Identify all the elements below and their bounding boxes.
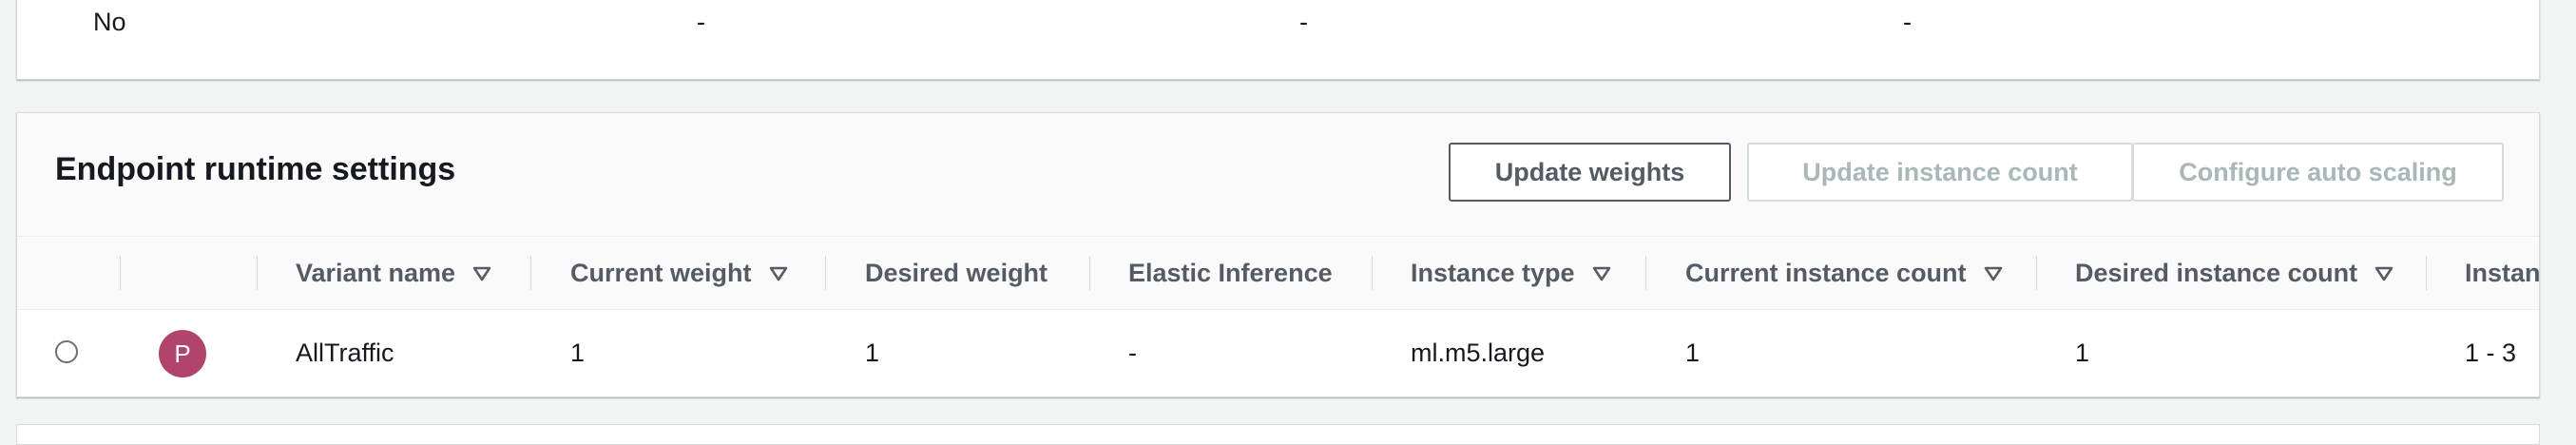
cell-elastic-inference: -	[1128, 338, 1137, 367]
sort-down-icon[interactable]	[769, 259, 788, 288]
column-header-instance-range: Instan	[2465, 258, 2541, 287]
cell-desired-weight: 1	[865, 338, 880, 367]
top-row-cell-1: No	[93, 8, 126, 36]
column-separator	[2036, 256, 2037, 290]
column-separator	[2426, 256, 2427, 290]
configure-auto-scaling-button[interactable]: Configure auto scaling	[2132, 143, 2504, 202]
column-header-current-weight[interactable]: Current weight	[570, 237, 788, 309]
variant-avatar: P	[159, 330, 206, 377]
row-select-radio[interactable]	[55, 340, 78, 363]
table-header: Variant name Current weight Desired weig…	[17, 237, 2541, 310]
column-separator	[120, 256, 121, 290]
panel-title: Endpoint runtime settings	[55, 151, 456, 187]
column-header-desired-weight: Desired weight	[865, 258, 1048, 287]
column-header-current-instance-count[interactable]: Current instance count	[1685, 237, 2003, 309]
column-separator	[825, 256, 826, 290]
column-header-instance-type[interactable]: Instance type	[1411, 237, 1611, 309]
sort-down-icon[interactable]	[1984, 259, 2003, 288]
sort-down-icon[interactable]	[2374, 259, 2393, 288]
column-header-desired-instance-count[interactable]: Desired instance count	[2075, 237, 2393, 309]
sort-down-icon[interactable]	[472, 259, 491, 288]
cell-instance-type: ml.m5.large	[1411, 338, 1546, 367]
top-row-cell-3: -	[1299, 8, 1308, 36]
column-separator	[1645, 256, 1646, 290]
update-instance-count-button[interactable]: Update instance count	[1747, 143, 2133, 202]
next-panel	[16, 424, 2540, 445]
update-weights-button[interactable]: Update weights	[1449, 143, 1731, 202]
top-row-cell-4: -	[1903, 8, 1912, 36]
column-separator	[1372, 256, 1373, 290]
cell-instance-range: 1 - 3	[2465, 338, 2517, 367]
cell-current-weight: 1	[570, 338, 586, 367]
column-separator	[257, 256, 258, 290]
column-separator	[530, 256, 531, 290]
previous-table-panel: No - - -	[16, 0, 2540, 80]
cell-variant-name: AllTraffic	[296, 338, 394, 367]
panel-header: Endpoint runtime settings Update weights…	[17, 113, 2539, 237]
cell-desired-instance-count: 1	[2075, 338, 2090, 367]
cell-current-instance-count: 1	[1685, 338, 1701, 367]
column-header-elastic-inference: Elastic Inference	[1128, 258, 1333, 287]
endpoint-runtime-settings-panel: Endpoint runtime settings Update weights…	[16, 112, 2541, 397]
table-row: P AllTraffic 1 1 - ml.m5.large 1 1 1 - 3	[17, 310, 2539, 396]
sort-down-icon[interactable]	[1592, 259, 1611, 288]
column-header-variant-name[interactable]: Variant name	[296, 237, 491, 309]
top-row-cell-2: -	[697, 8, 705, 36]
column-separator	[1089, 256, 1090, 290]
